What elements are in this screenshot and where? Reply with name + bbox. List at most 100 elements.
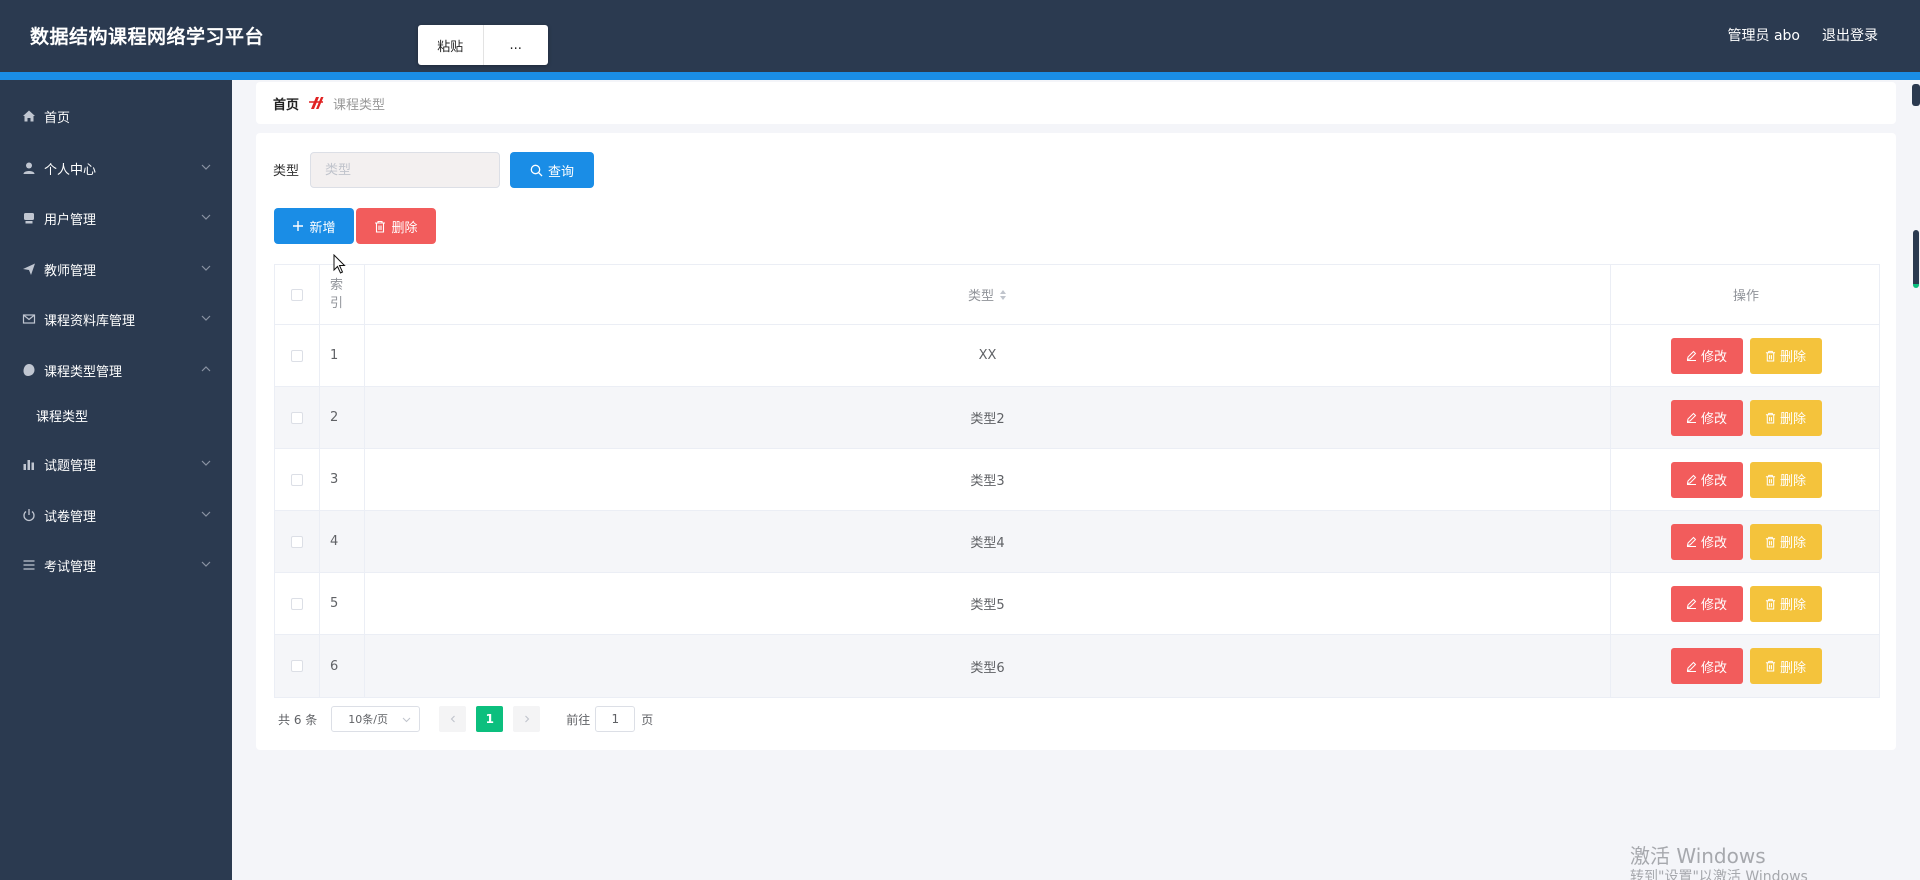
header-actions: 操作 <box>1611 265 1881 324</box>
chevron-up-icon <box>201 366 211 372</box>
delete-button[interactable]: 删除 <box>1749 461 1822 498</box>
breadcrumb-home[interactable]: 首页 <box>273 94 299 113</box>
chart-icon <box>21 456 37 472</box>
windows-watermark-subtitle: 转到"设置"以激活 Windows <box>1630 869 1808 880</box>
row-index: 4 <box>320 511 365 572</box>
header-type-label: 类型 <box>967 289 994 304</box>
sidebar-item-label: 考试管理 <box>44 559 97 575</box>
course-type-table: 索引 类型 操作 1 XX 修改 删除 2 类型2 修改 删除 3 类型3 修改… <box>274 264 1880 698</box>
row-index: 3 <box>320 449 365 510</box>
context-menu-more[interactable]: ... <box>482 25 549 65</box>
batch-delete-button[interactable]: 删除 <box>356 208 436 244</box>
chevron-down-icon <box>201 315 211 321</box>
batch-delete-button-label: 删除 <box>391 220 418 236</box>
header-type[interactable]: 类型 <box>365 265 1611 324</box>
page-size-select[interactable]: 10条/页 <box>331 706 421 732</box>
page-number-current[interactable]: 1 <box>476 706 504 732</box>
context-menu: 粘贴 ... <box>418 25 548 65</box>
edit-button[interactable]: 修改 <box>1670 585 1743 622</box>
chevron-down-icon <box>201 561 211 567</box>
row-type: 类型3 <box>365 449 1611 510</box>
goto-page-input[interactable] <box>595 706 636 732</box>
delete-button[interactable]: 删除 <box>1749 585 1822 622</box>
header-accent-strip <box>0 72 1920 80</box>
pagination-total: 共 6 条 <box>278 712 318 727</box>
query-button[interactable]: 查询 <box>510 152 594 188</box>
top-header: 数据结构课程网络学习平台 粘贴 ... 管理员 abo 退出登录 <box>0 0 1920 72</box>
scrollbar-cap <box>1912 84 1920 106</box>
home-icon <box>21 108 37 124</box>
sidebar-item-profile[interactable]: 个人中心 <box>0 148 232 188</box>
edit-button[interactable]: 修改 <box>1670 461 1743 498</box>
sort-icon[interactable] <box>999 289 1007 301</box>
sidebar-item-teachers[interactable]: 教师管理 <box>0 249 232 289</box>
mail-icon <box>21 311 37 327</box>
row-type: 类型4 <box>365 511 1611 572</box>
table-row: 3 类型3 修改 删除 <box>275 449 1879 511</box>
row-checkbox[interactable] <box>291 535 303 548</box>
sidebar-item-users[interactable]: 用户管理 <box>0 198 232 238</box>
delete-button[interactable]: 删除 <box>1749 337 1822 374</box>
sidebar-item-papers[interactable]: 试卷管理 <box>0 495 232 535</box>
delete-button[interactable]: 删除 <box>1749 523 1822 560</box>
row-checkbox[interactable] <box>291 597 303 610</box>
edit-icon <box>1686 412 1697 423</box>
row-checkbox[interactable] <box>291 411 303 424</box>
breadcrumb-separator-icon <box>309 97 324 109</box>
add-button[interactable]: 新增 <box>274 208 354 244</box>
page-scrollbar[interactable] <box>1913 230 1919 288</box>
logout-link[interactable]: 退出登录 <box>1822 25 1878 45</box>
prev-page-button[interactable] <box>439 706 467 732</box>
users-icon <box>21 210 37 226</box>
search-icon <box>530 164 543 176</box>
chevron-down-icon <box>201 511 211 517</box>
sidebar-item-course-materials[interactable]: 课程资料库管理 <box>0 299 232 339</box>
sidebar: 首页 个人中心 用户管理 教师管理 课程资料库管理 课程类型管理 课程类型 试题… <box>0 80 232 880</box>
sidebar-item-home[interactable]: 首页 <box>0 96 232 136</box>
sidebar-item-exams[interactable]: 考试管理 <box>0 545 232 585</box>
filter-type-label: 类型 <box>273 164 300 179</box>
row-index: 5 <box>320 573 365 634</box>
chevron-left-icon <box>450 715 455 723</box>
select-all-checkbox[interactable] <box>291 288 303 301</box>
row-checkbox[interactable] <box>291 349 303 362</box>
sidebar-item-label: 课程资料库管理 <box>44 313 136 329</box>
delete-button[interactable]: 删除 <box>1749 648 1822 684</box>
chevron-down-icon <box>201 265 211 271</box>
add-button-label: 新增 <box>309 220 336 236</box>
sidebar-item-course-types[interactable]: 课程类型管理 <box>0 350 232 390</box>
tag-icon <box>21 362 37 378</box>
chevron-right-icon <box>524 715 530 723</box>
user-icon <box>21 160 37 176</box>
next-page-button[interactable] <box>513 706 541 732</box>
power-icon <box>21 507 37 523</box>
app-title: 数据结构课程网络学习平台 <box>30 26 265 48</box>
trash-icon <box>1765 474 1776 486</box>
filter-type-input[interactable] <box>310 152 500 188</box>
sidebar-subitem-course-type[interactable]: 课程类型 <box>0 395 232 435</box>
sidebar-item-label: 用户管理 <box>44 212 97 228</box>
delete-button[interactable]: 删除 <box>1749 399 1822 436</box>
table-row: 6 类型6 修改 删除 <box>275 635 1879 697</box>
edit-button[interactable]: 修改 <box>1670 399 1743 436</box>
table-row: 4 类型4 修改 删除 <box>275 511 1879 573</box>
sidebar-item-label: 首页 <box>44 110 71 126</box>
edit-icon <box>1686 536 1697 547</box>
breadcrumb-current: 课程类型 <box>333 97 386 113</box>
sidebar-item-questions[interactable]: 试题管理 <box>0 444 232 484</box>
row-checkbox[interactable] <box>291 473 303 486</box>
chevron-down-icon <box>201 164 211 170</box>
edit-button[interactable]: 修改 <box>1670 337 1743 374</box>
trash-icon <box>1765 412 1776 424</box>
row-checkbox[interactable] <box>291 660 303 672</box>
current-user: 管理员 abo <box>1727 28 1800 44</box>
chevron-down-icon <box>402 717 411 723</box>
sidebar-item-label: 教师管理 <box>44 263 97 279</box>
context-menu-paste[interactable]: 粘贴 <box>418 25 483 65</box>
row-type: 类型2 <box>365 387 1611 448</box>
edit-button[interactable]: 修改 <box>1670 648 1743 684</box>
row-index: 2 <box>320 387 365 448</box>
send-icon <box>21 261 37 277</box>
edit-button[interactable]: 修改 <box>1670 523 1743 560</box>
windows-watermark-title: 激活 Windows <box>1630 844 1766 868</box>
